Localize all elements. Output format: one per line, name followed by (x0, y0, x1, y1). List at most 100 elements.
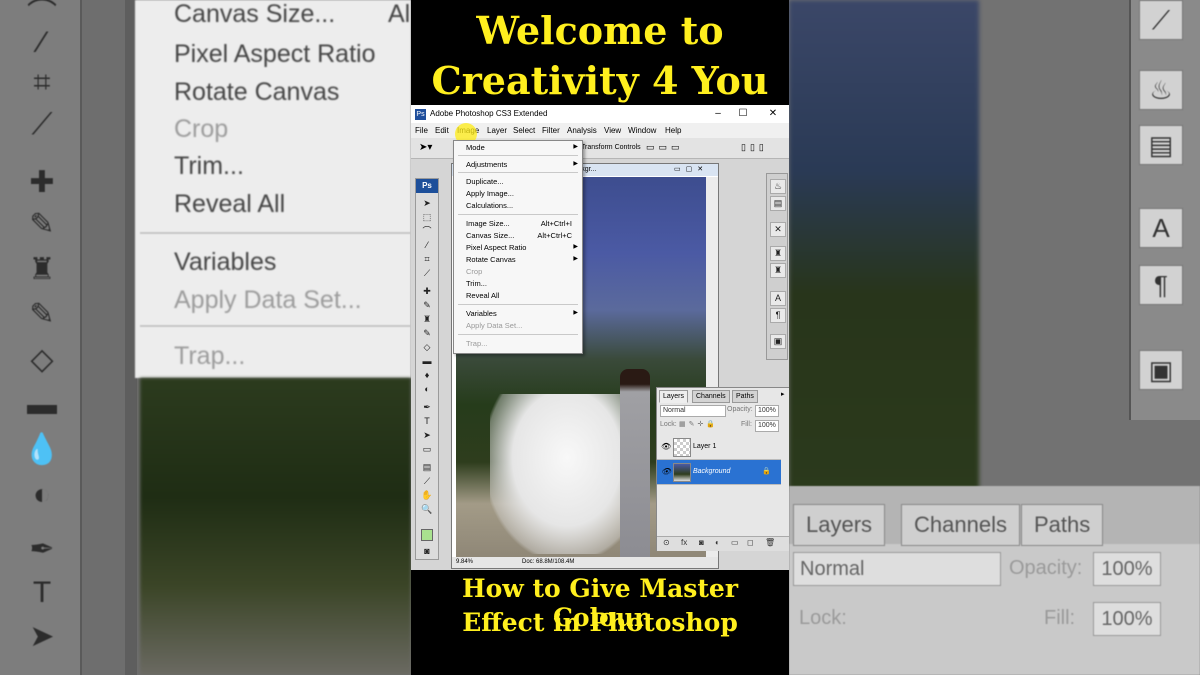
paragraph-icon[interactable]: ¶ (770, 308, 786, 323)
gradient-tool-icon[interactable]: ▬ (419, 355, 435, 367)
adjustment-layer-icon[interactable]: ◐ (715, 538, 720, 547)
menu-separator (458, 334, 578, 335)
doc-size[interactable]: Doc: 68.8M/108.4M (522, 557, 574, 568)
delete-layer-icon[interactable]: 🗑 (765, 538, 775, 547)
menu-item-trim[interactable]: Trim... (466, 279, 487, 288)
blurred-dock-icon: ▣ (1139, 350, 1183, 390)
marquee-tool-icon[interactable]: ⬚ (419, 211, 435, 223)
move-tool-icon[interactable]: ➤▾ (419, 142, 432, 153)
move-tool-icon[interactable]: ➤ (419, 197, 435, 209)
layers-bottom-bar: ⊙ fx ◙ ◐ ▭ ◻ 🗑 (657, 536, 789, 551)
eye-icon[interactable]: 👁 (661, 435, 671, 459)
menu-item-mode[interactable]: Mode (466, 143, 485, 152)
eraser-icon: ◇ (30, 343, 54, 376)
menu-item-trap: Trap... (466, 339, 488, 348)
type-tool-icon[interactable]: T (419, 415, 435, 427)
new-layer-icon[interactable]: ◻ (747, 538, 754, 547)
tab-channels[interactable]: Channels (692, 390, 730, 403)
crop-tool-icon[interactable]: ⌗ (419, 253, 435, 265)
doc-window-controls[interactable]: ▭▢✕ (674, 164, 708, 176)
align-icons[interactable]: ▭▭▭ (646, 142, 684, 153)
path-select-tool-icon[interactable]: ➤ (419, 429, 435, 441)
menu-item-calculations[interactable]: Calculations... (466, 201, 513, 210)
lock-icons[interactable]: ▦✎✛🔒 (679, 420, 718, 428)
menu-file[interactable]: File (415, 126, 428, 135)
clone-source-icon[interactable]: ♜ (770, 263, 786, 278)
menu-analysis[interactable]: Analysis (567, 126, 597, 135)
zoom-level[interactable]: 9.84% (456, 557, 473, 568)
menu-item-variables[interactable]: Variables (466, 309, 497, 318)
quick-mask-icon[interactable]: ◙ (419, 545, 435, 557)
menu-item-rotate-canvas[interactable]: Rotate Canvas (466, 255, 516, 264)
tools-icon[interactable]: ✕ (770, 222, 786, 237)
link-layers-icon[interactable]: ⊙ (663, 538, 670, 547)
pen-tool-icon[interactable]: ✒ (419, 401, 435, 413)
menu-item-apply-image[interactable]: Apply Image... (466, 189, 514, 198)
magic-wand-tool-icon[interactable]: ⁄ (419, 239, 435, 251)
opacity-field[interactable]: 100% (755, 405, 779, 417)
actions-icon[interactable]: ▤ (770, 196, 786, 211)
dodge-tool-icon[interactable]: ◐ (419, 383, 435, 395)
menu-select[interactable]: Select (513, 126, 535, 135)
new-group-icon[interactable]: ▭ (731, 538, 739, 547)
history-brush-tool-icon[interactable]: ✎ (419, 327, 435, 339)
history-icon[interactable]: ♨ (770, 179, 786, 194)
menu-item-canvas-size[interactable]: Canvas Size... (466, 231, 514, 240)
hand-tool-icon[interactable]: ✋ (419, 489, 435, 501)
menu-filter[interactable]: Filter (542, 126, 560, 135)
blend-mode-select[interactable]: Normal (660, 405, 726, 417)
tab-paths[interactable]: Paths (732, 390, 758, 403)
brush-tool-icon[interactable]: ✎ (419, 299, 435, 311)
stamp-icon: ♜ (28, 253, 56, 286)
fx-icon[interactable]: fx (681, 538, 687, 547)
menu-item-adjustments[interactable]: Adjustments (466, 160, 507, 169)
menu-item-reveal-all[interactable]: Reveal All (466, 291, 499, 300)
zoom-tool-icon[interactable]: 🔍 (419, 503, 435, 515)
blur-icon: 💧 (23, 433, 61, 466)
eye-icon[interactable]: 👁 (661, 460, 671, 484)
blurred-lock-row: Lock: Fill: 100% (789, 596, 1200, 640)
transform-controls-label[interactable]: Transform Controls (581, 144, 641, 151)
navigator-icon[interactable]: ▣ (770, 334, 786, 349)
panel-menu-icon[interactable]: ▸ (781, 390, 785, 398)
menu-view[interactable]: View (604, 126, 621, 135)
menu-separator (458, 172, 578, 173)
layer-thumbnail (673, 438, 691, 457)
layer-row[interactable]: 👁 Layer 1 (657, 435, 781, 460)
menu-item-pixel-aspect-ratio[interactable]: Pixel Aspect Ratio (466, 243, 526, 252)
menu-item-image-size[interactable]: Image Size... (466, 219, 510, 228)
healing-tool-icon[interactable]: ✚ (419, 285, 435, 297)
character-icon[interactable]: A (770, 291, 786, 306)
maximize-button[interactable]: ☐ (736, 107, 750, 121)
blur-tool-icon[interactable]: ♦ (419, 369, 435, 381)
eyedropper2-tool-icon[interactable]: ⟋ (419, 475, 435, 487)
eyedropper-tool-icon[interactable]: ⟋ (419, 267, 435, 279)
magic-wand-icon: ⁄ (39, 26, 45, 59)
blurred-menu-crop: Crop (174, 115, 229, 143)
lasso-tool-icon[interactable]: ⌒ (419, 225, 435, 237)
menu-edit[interactable]: Edit (435, 126, 449, 135)
foreground-color-swatch[interactable] (421, 529, 433, 541)
fill-field[interactable]: 100% (755, 420, 779, 432)
menu-item-duplicate[interactable]: Duplicate... (466, 177, 504, 186)
stamp-tool-icon[interactable]: ♜ (419, 313, 435, 325)
minimize-button[interactable]: – (711, 107, 725, 121)
menu-help[interactable]: Help (665, 126, 681, 135)
opacity-label: Opacity: (727, 406, 753, 413)
clone-source-icon[interactable]: ♜ (770, 246, 786, 261)
shape-tool-icon[interactable]: ▭ (419, 443, 435, 455)
blurred-dock-icon: ¶ (1139, 265, 1183, 305)
menu-window[interactable]: Window (628, 126, 656, 135)
tab-layers[interactable]: Layers (659, 390, 689, 403)
menu-separator (458, 304, 578, 305)
close-button[interactable]: ✕ (766, 107, 780, 121)
layer-row[interactable]: 👁 Background 🔒 (657, 460, 781, 485)
distribute-icons[interactable]: ▯▯▯ (741, 142, 768, 153)
eraser-tool-icon[interactable]: ◇ (419, 341, 435, 353)
image-menu-dropdown: Mode ▶ Adjustments ▶ Duplicate... Apply … (453, 140, 583, 354)
add-mask-icon[interactable]: ◙ (699, 538, 704, 547)
menu-item-crop: Crop (466, 267, 483, 276)
notes-tool-icon[interactable]: ▤ (419, 461, 435, 473)
menu-layer[interactable]: Layer (487, 126, 507, 135)
shortcut-canvas-size: Alt+Ctrl+C (537, 231, 572, 240)
